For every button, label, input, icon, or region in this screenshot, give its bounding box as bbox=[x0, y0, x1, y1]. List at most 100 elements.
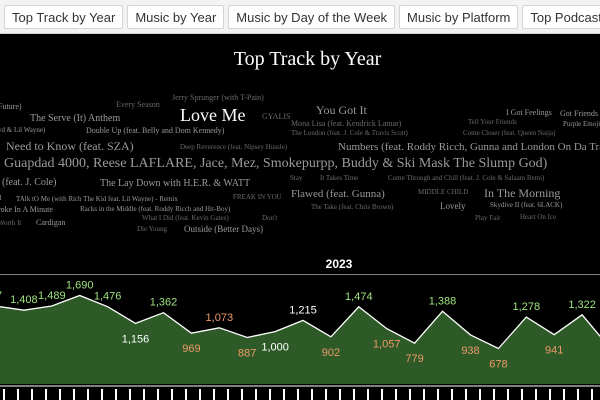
axis-tick bbox=[521, 389, 523, 400]
cloud-word[interactable]: Got Friends bbox=[560, 110, 598, 118]
axis-tick bbox=[563, 389, 565, 400]
data-label: 902 bbox=[322, 347, 340, 359]
axis-tick bbox=[437, 389, 439, 400]
axis-tick bbox=[381, 389, 383, 400]
axis-tick bbox=[297, 389, 299, 400]
tab-top-track-by-year[interactable]: Top Track by Year bbox=[4, 4, 124, 29]
cloud-word[interactable]: Stay bbox=[290, 175, 302, 182]
axis-tick bbox=[157, 389, 159, 400]
cloud-word[interactable]: The Lay Down with H.E.R. & WATT bbox=[100, 179, 250, 189]
data-label: 1,474 bbox=[345, 291, 373, 303]
data-label: 1,408 bbox=[10, 294, 38, 306]
cloud-word[interactable]: Mona Lisa (feat. Kendrick Lamar) bbox=[291, 120, 401, 128]
cloud-word[interactable]: Heart On Ice bbox=[520, 214, 556, 221]
listening-area-chart: 87 1,4081,4891,6901,476 1,156 1,362 969 1,073… bbox=[0, 274, 600, 400]
dashboard-tab-bar: Top Track by Year Music by Year Music by… bbox=[0, 0, 600, 34]
cloud-word[interactable]: MIDDLE CHILD bbox=[418, 189, 468, 196]
cloud-word[interactable]: Deep Reverence (feat. Nipsey Hussle) bbox=[180, 144, 287, 151]
cloud-word[interactable]: Double Up (feat. Belly and Dom Kennedy) bbox=[86, 127, 224, 135]
axis-tick bbox=[143, 389, 145, 400]
cloud-word[interactable]: The London (feat. J. Cole & Travis Scott… bbox=[291, 130, 408, 137]
cloud-word[interactable]: I Got Feelings bbox=[506, 109, 552, 117]
axis-tick bbox=[395, 389, 397, 400]
cloud-word[interactable]: TAlk tO Me (with Rich The Kid feat. Lil … bbox=[16, 196, 178, 203]
cloud-word[interactable]: Don't bbox=[262, 215, 277, 222]
data-label: 87 bbox=[0, 290, 2, 302]
cloud-word[interactable]: GYALIS bbox=[262, 113, 290, 121]
axis-tick bbox=[31, 389, 33, 400]
cloud-word[interactable]: Flawed (feat. Gunna) bbox=[291, 189, 385, 200]
year-label: 2023 bbox=[325, 257, 353, 271]
cloud-word[interactable]: Lovely bbox=[440, 202, 466, 211]
data-label: 1,388 bbox=[429, 295, 457, 307]
axis-tick bbox=[227, 389, 229, 400]
data-label: 1,215 bbox=[289, 304, 317, 316]
cloud-word[interactable]: roke In A Minute bbox=[0, 206, 53, 214]
axis-tick bbox=[73, 389, 75, 400]
cloud-word[interactable]: Worth It bbox=[0, 220, 21, 227]
axis-tick bbox=[87, 389, 89, 400]
cloud-word[interactable]: Cardigan bbox=[36, 219, 65, 227]
data-label: 1,000 bbox=[261, 342, 289, 354]
cloud-word[interactable]: The Serve (It) Anthem bbox=[30, 114, 120, 124]
data-label: 678 bbox=[489, 359, 507, 371]
cloud-word[interactable]: Future) bbox=[0, 103, 22, 111]
data-label: 1,489 bbox=[38, 290, 66, 302]
tab-music-by-platform[interactable]: Music by Platform bbox=[399, 4, 519, 29]
axis-tick bbox=[311, 389, 313, 400]
axis-tick bbox=[101, 389, 103, 400]
cloud-word[interactable]: Tell Your Friends bbox=[468, 119, 517, 126]
cloud-word[interactable]: FREAK IN YOU bbox=[233, 194, 282, 201]
data-label: 887 bbox=[238, 348, 256, 360]
dashboard-canvas: Future) Every Season Jerry Sprunger (with … bbox=[0, 34, 600, 400]
axis-tick bbox=[339, 389, 341, 400]
cloud-word[interactable]: Jerry Sprunger (with T-Pain) bbox=[172, 94, 264, 102]
data-label: 1,278 bbox=[513, 301, 541, 313]
data-label: 779 bbox=[405, 353, 423, 365]
cloud-word[interactable]: Come Closer (feat. Queen Naija) bbox=[463, 130, 555, 137]
axis-tick bbox=[283, 389, 285, 400]
cloud-word[interactable]: Racks in the Middle (feat. Roddy Ricch a… bbox=[80, 206, 230, 213]
cloud-word[interactable]: In The Morning bbox=[484, 187, 560, 199]
cloud-word[interactable]: Skydive II (feat. 6LACK) bbox=[490, 202, 562, 209]
data-label: 1,690 bbox=[66, 280, 94, 292]
axis-tick bbox=[507, 389, 509, 400]
data-label: 1,057 bbox=[373, 339, 401, 351]
cloud-word[interactable]: The Take (feat. Chris Brown) bbox=[311, 204, 393, 211]
cloud-word[interactable]: Need to Know (feat. SZA) bbox=[6, 140, 134, 152]
tab-music-by-day-of-week[interactable]: Music by Day of the Week bbox=[228, 4, 396, 29]
axis-tick bbox=[199, 389, 201, 400]
axis-tick bbox=[129, 389, 131, 400]
cloud-word[interactable]: Every Season bbox=[116, 101, 160, 109]
cloud-word[interactable]: Love Me bbox=[180, 106, 245, 124]
cloud-word[interactable]: What I Did (feat. Kevin Gates) bbox=[142, 215, 229, 222]
cloud-word[interactable]: Play Fair bbox=[475, 215, 500, 222]
cloud-word[interactable]: Come Through and Chill (feat. J. Cole & … bbox=[388, 175, 544, 182]
data-label: 1,322 bbox=[568, 299, 596, 311]
cloud-word[interactable]: Purple Emoji (feat. J. Cole) bbox=[563, 121, 600, 128]
cloud-word[interactable]: Outside (Better Days) bbox=[184, 225, 263, 234]
cloud-word[interactable]: (feat. J. Cole) bbox=[2, 178, 56, 188]
cloud-word[interactable]: yd & Lil Wayne) bbox=[0, 127, 45, 134]
tab-top-podcasts[interactable]: Top Podcasts bbox=[522, 4, 600, 29]
track-word-cloud: Future) Every Season Jerry Sprunger (with … bbox=[0, 34, 600, 284]
axis-tick bbox=[3, 389, 5, 400]
data-label: 1,073 bbox=[206, 312, 234, 324]
cloud-word[interactable]: Guapdad 4000, Reese LAFLARE, Jace, Mez, … bbox=[4, 157, 547, 171]
axis-tick bbox=[409, 389, 411, 400]
cloud-word[interactable]: You Got It bbox=[316, 104, 367, 116]
axis-tick bbox=[493, 389, 495, 400]
cloud-word[interactable]: Numbers (feat. Roddy Ricch, Gunna and Lo… bbox=[338, 142, 600, 153]
axis-tick bbox=[353, 389, 355, 400]
cloud-word[interactable]: d bbox=[0, 195, 2, 202]
axis-tick bbox=[213, 389, 215, 400]
axis-tick bbox=[465, 389, 467, 400]
cloud-word[interactable]: It Takes Time bbox=[320, 175, 358, 182]
axis-tick bbox=[241, 389, 243, 400]
axis-tick bbox=[451, 389, 453, 400]
data-label: 969 bbox=[182, 343, 200, 355]
axis-tick bbox=[269, 389, 271, 400]
cloud-word[interactable]: Die Young bbox=[137, 226, 167, 233]
tab-music-by-year[interactable]: Music by Year bbox=[127, 4, 225, 29]
axis-tick bbox=[367, 389, 369, 400]
